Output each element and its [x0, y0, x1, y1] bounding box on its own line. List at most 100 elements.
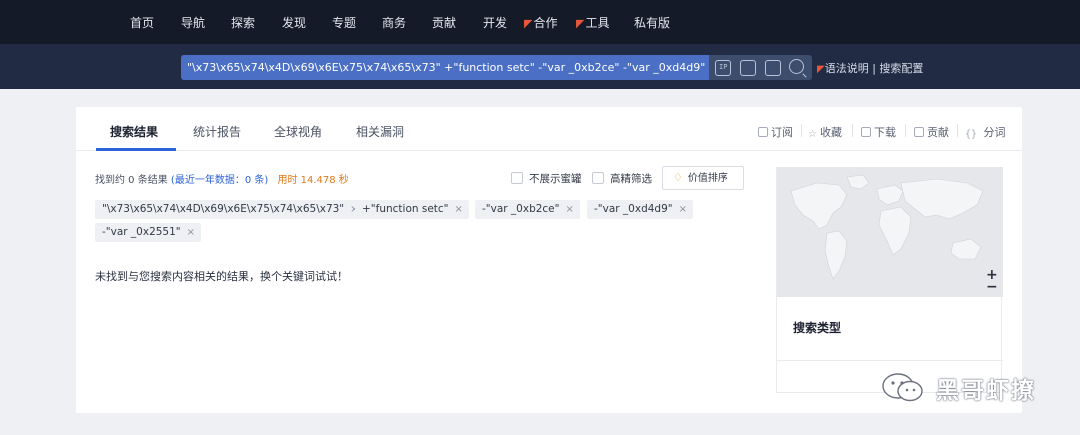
- recent-year-count[interactable]: (最近一年数据：0 条): [171, 175, 268, 186]
- nav-item-develop[interactable]: 开发: [483, 14, 507, 31]
- divider: [852, 124, 853, 137]
- close-icon[interactable]: ×: [679, 204, 687, 215]
- ip-icon[interactable]: IP: [715, 60, 731, 76]
- nav-label: 工具: [585, 16, 610, 30]
- greenland-shape: [846, 174, 870, 190]
- australia-shape: [950, 238, 982, 260]
- africa-shape: [878, 206, 912, 256]
- contribute-label: 贡献: [927, 126, 949, 139]
- scan-icon[interactable]: [740, 60, 756, 76]
- nav-label: 开发: [483, 16, 508, 30]
- close-icon[interactable]: ×: [187, 227, 195, 238]
- contribute-button[interactable]: 贡献: [914, 124, 949, 140]
- nav-label: 专题: [332, 16, 357, 30]
- zoom-out-button[interactable]: −: [986, 279, 998, 295]
- top-nav: 首页 导航 探索 发现 专题 商务 贡献 开发 ◤合作 ◤工具 私有版: [0, 0, 1080, 44]
- divider: [801, 124, 802, 137]
- world-map-graphic: [790, 174, 984, 280]
- precise-filter-option[interactable]: 高精筛选: [592, 171, 652, 186]
- chip-label: -"var _0xd4d9": [594, 203, 673, 215]
- south-america-shape: [824, 230, 848, 280]
- nav-item-cooperate[interactable]: ◤合作: [524, 14, 557, 31]
- europe-shape: [876, 184, 904, 206]
- hide-honeypot-option[interactable]: 不展示蜜罐: [511, 171, 582, 186]
- chip-label: "\x73\x65\x74\x4D\x69\x6E\x75\x74\x65\x7…: [102, 203, 345, 215]
- subscribe-button[interactable]: 订阅: [758, 124, 793, 140]
- search-input[interactable]: "\x73\x65\x74\x4D\x69\x6E\x75\x74\x65\x7…: [181, 55, 709, 80]
- link-divider: |: [872, 62, 876, 75]
- divider: [957, 124, 958, 137]
- asia-shape: [900, 178, 984, 220]
- download-label: 下载: [874, 126, 896, 139]
- edit-icon: [914, 127, 924, 137]
- active-tab-indicator: [96, 148, 176, 151]
- hot-badge-icon: ◤: [576, 17, 585, 30]
- tab-related-vulns[interactable]: 相关漏洞: [356, 123, 404, 140]
- nav-label: 探索: [231, 16, 256, 30]
- results-card: 搜索结果 统计报告 全球视角 相关漏洞 订阅 ☆ 收藏 下载 贡献 {} 分词 找…: [76, 107, 1022, 413]
- tab-search-results[interactable]: 搜索结果: [110, 123, 158, 140]
- elapsed-time: 用时 14.478 秒: [277, 175, 349, 186]
- search-band: "\x73\x65\x74\x4D\x69\x6E\x75\x74\x65\x7…: [0, 44, 1080, 89]
- nav-item-business[interactable]: 商务: [382, 14, 406, 31]
- value-sort-label: 价值排序: [687, 173, 728, 184]
- brackets-icon: {}: [965, 129, 978, 140]
- chip-label: -"var _0x2551": [102, 226, 181, 238]
- nav-item-discover[interactable]: 发现: [282, 14, 306, 31]
- divider: [905, 124, 906, 137]
- nav-label: 私有版: [634, 16, 671, 30]
- search-type-title: 搜索类型: [793, 321, 842, 335]
- world-map[interactable]: + −: [777, 167, 1003, 297]
- diamond-icon: ♢: [673, 171, 683, 184]
- tab-stats-report[interactable]: 统计报告: [193, 123, 241, 140]
- value-sort-button[interactable]: ♢ 价值排序: [662, 166, 744, 190]
- wechat-icon: [882, 373, 923, 402]
- nav-label: 发现: [282, 16, 307, 30]
- nav-label: 商务: [382, 16, 407, 30]
- nav-item-contribute[interactable]: 贡献: [432, 14, 456, 31]
- search-links: ◤语法说明 | 搜索配置: [817, 60, 923, 76]
- hide-honeypot-checkbox[interactable]: [511, 172, 523, 184]
- divider: [777, 360, 1003, 361]
- nav-item-explore[interactable]: 探索: [231, 14, 255, 31]
- search-icon[interactable]: [789, 59, 804, 74]
- nav-item-tools[interactable]: ◤工具: [576, 14, 609, 31]
- camera-icon[interactable]: [765, 60, 781, 76]
- result-tabs: 搜索结果 统计报告 全球视角 相关漏洞 订阅 ☆ 收藏 下载 贡献 {} 分词: [76, 107, 1022, 151]
- precise-filter-checkbox[interactable]: [592, 172, 604, 184]
- nav-label: 导航: [181, 16, 206, 30]
- nav-item-topics[interactable]: 专题: [332, 14, 356, 31]
- share-label: 分词: [983, 126, 1006, 139]
- chip-label: +"function setc": [362, 203, 449, 215]
- close-icon[interactable]: ×: [565, 204, 573, 215]
- subscribe-label: 订阅: [771, 126, 793, 139]
- search-box[interactable]: "\x73\x65\x74\x4D\x69\x6E\x75\x74\x65\x7…: [181, 55, 812, 80]
- download-icon: [861, 127, 871, 137]
- nav-item-home[interactable]: 首页: [130, 14, 154, 31]
- nav-item-private-edition[interactable]: 私有版: [634, 14, 670, 31]
- nav-label: 首页: [130, 16, 155, 30]
- syntax-help-link[interactable]: 语法说明: [825, 62, 869, 75]
- download-button[interactable]: 下载: [861, 124, 896, 140]
- north-america-shape: [790, 182, 848, 230]
- chip-label: -"var _0xb2ce": [482, 203, 560, 215]
- nav-item-navigation[interactable]: 导航: [181, 14, 205, 31]
- tab-global-view[interactable]: 全球视角: [274, 123, 322, 140]
- result-count: 找到约 0 条结果: [95, 175, 168, 186]
- result-stats: 找到约 0 条结果 (最近一年数据：0 条) 用时 14.478 秒: [95, 171, 349, 186]
- query-chip: "\x73\x65\x74\x4D\x69\x6E\x75\x74\x65\x7…: [95, 200, 365, 219]
- query-chip: -"var _0x2551" ×: [95, 223, 202, 242]
- query-chip: -"var _0xb2ce" ×: [475, 200, 580, 219]
- collect-button[interactable]: ☆ 收藏: [808, 124, 842, 140]
- query-chip: +"function setc" ×: [355, 200, 469, 219]
- close-icon[interactable]: ×: [455, 204, 463, 215]
- nav-label: 贡献: [432, 16, 457, 30]
- share-button[interactable]: {} 分词: [965, 124, 1006, 140]
- collect-label: 收藏: [819, 126, 842, 139]
- hide-honeypot-label: 不展示蜜罐: [529, 173, 582, 185]
- precise-filter-label: 高精筛选: [610, 173, 652, 185]
- right-panel: + − 搜索类型: [776, 167, 1003, 393]
- bookmark-icon: [758, 127, 768, 137]
- empty-result-message: 未找到与您搜索内容相关的结果，换个关键词试试！: [95, 270, 348, 283]
- search-config-link[interactable]: 搜索配置: [879, 62, 923, 75]
